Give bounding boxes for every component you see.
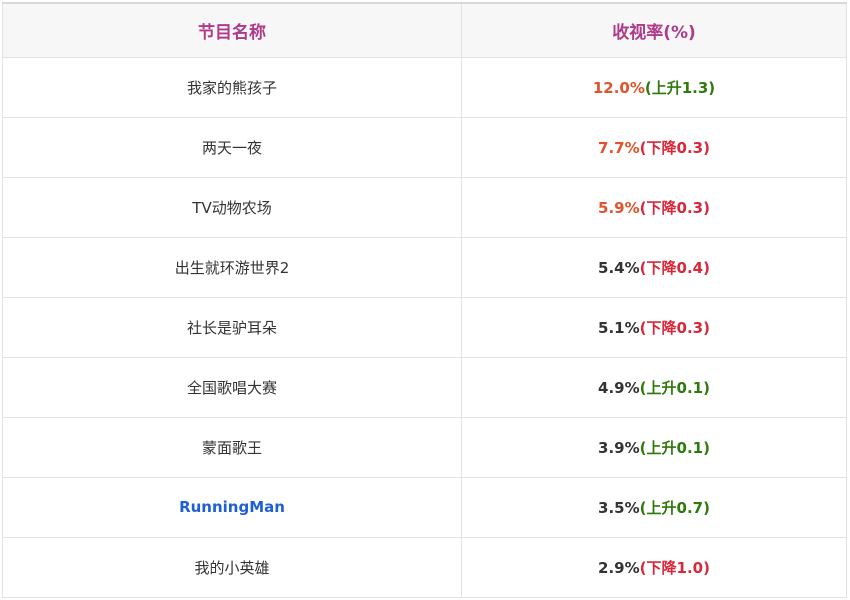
rating-cell: 3.5%(上升0.7) xyxy=(461,476,847,538)
rating-value: 2.9% xyxy=(598,558,640,577)
table-row: 两天一夜 7.7%(下降0.3) xyxy=(2,116,847,178)
program-name-cell: 蒙面歌王 xyxy=(2,416,462,478)
program-name-cell[interactable]: RunningMan xyxy=(2,476,462,538)
rating-cell: 5.4%(下降0.4) xyxy=(461,236,847,298)
table-row: RunningMan 3.5%(上升0.7) xyxy=(2,476,847,538)
rating-change: (下降1.0) xyxy=(639,558,710,577)
table-row: TV动物农场 5.9%(下降0.3) xyxy=(2,176,847,238)
rating-change: (上升0.1) xyxy=(639,378,710,397)
program-name-cell: 全国歌唱大赛 xyxy=(2,356,462,418)
table-row: 我家的熊孩子 12.0%(上升1.3) xyxy=(2,56,847,118)
rating-cell: 12.0%(上升1.3) xyxy=(461,56,847,118)
program-name-cell: 出生就环游世界2 xyxy=(2,236,462,298)
rating-change: (上升1.3) xyxy=(644,78,716,97)
rating-change: (上升0.7) xyxy=(639,498,710,517)
table-row: 全国歌唱大赛 4.9%(上升0.1) xyxy=(2,356,847,418)
rating-change: (下降0.3) xyxy=(639,318,710,337)
table-header: 节目名称 收视率(%) xyxy=(2,2,847,58)
ratings-table: 节目名称 收视率(%) 我家的熊孩子 12.0%(上升1.3) 两天一夜 7.7%(下… xyxy=(2,2,847,598)
program-name-cell: 社长是驴耳朵 xyxy=(2,296,462,358)
rating-cell: 5.1%(下降0.3) xyxy=(461,296,847,358)
rating-cell: 7.7%(下降0.3) xyxy=(461,116,847,178)
rating-value: 3.5% xyxy=(598,498,640,517)
rating-value: 5.4% xyxy=(598,258,640,277)
rating-value: 5.9% xyxy=(598,198,640,217)
rating-change: (下降0.4) xyxy=(639,258,710,277)
rating-value: 12.0% xyxy=(592,78,645,97)
program-name-cell: 我家的熊孩子 xyxy=(2,56,462,118)
header-program-name: 节目名称 xyxy=(2,2,462,58)
rating-cell: 3.9%(上升0.1) xyxy=(461,416,847,478)
rating-value: 5.1% xyxy=(598,318,640,337)
rating-value: 3.9% xyxy=(598,438,640,457)
table-row: 社长是驴耳朵 5.1%(下降0.3) xyxy=(2,296,847,358)
table-row: 出生就环游世界2 5.4%(下降0.4) xyxy=(2,236,847,298)
header-row: 节目名称 收视率(%) xyxy=(2,2,847,58)
rating-change: (上升0.1) xyxy=(639,438,710,457)
rating-cell: 4.9%(上升0.1) xyxy=(461,356,847,418)
rating-change: (下降0.3) xyxy=(639,198,710,217)
rating-cell: 2.9%(下降1.0) xyxy=(461,536,847,598)
rating-value: 4.9% xyxy=(598,378,640,397)
table-row: 我的小英雄 2.9%(下降1.0) xyxy=(2,536,847,598)
rating-change: (下降0.3) xyxy=(639,138,710,157)
program-name-cell: TV动物农场 xyxy=(2,176,462,238)
rating-value: 7.7% xyxy=(598,138,640,157)
table-row: 蒙面歌王 3.9%(上升0.1) xyxy=(2,416,847,478)
header-rating: 收视率(%) xyxy=(461,2,847,58)
program-name-cell: 两天一夜 xyxy=(2,116,462,178)
table-body: 我家的熊孩子 12.0%(上升1.3) 两天一夜 7.7%(下降0.3) TV动物农场 5… xyxy=(2,56,847,598)
rating-cell: 5.9%(下降0.3) xyxy=(461,176,847,238)
program-name-cell: 我的小英雄 xyxy=(2,536,462,598)
